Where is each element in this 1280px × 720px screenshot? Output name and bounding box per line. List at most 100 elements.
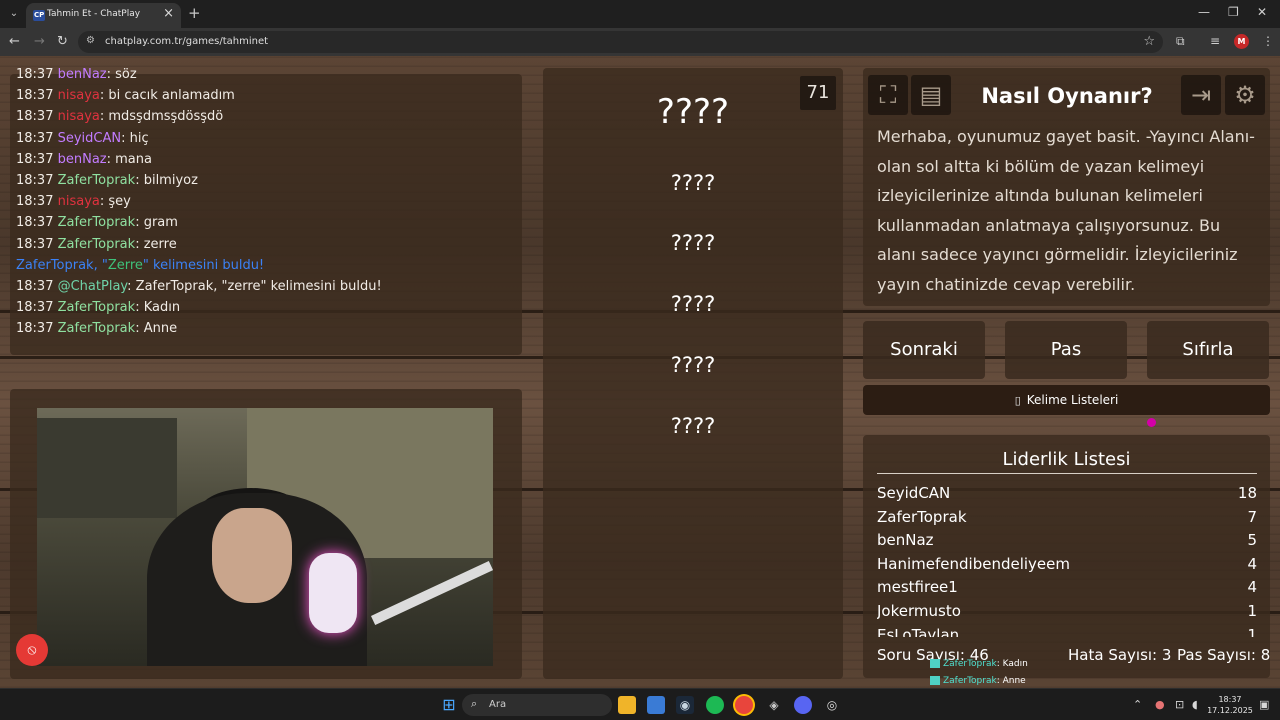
chat-text: : zerre xyxy=(135,236,177,252)
chat-username[interactable]: benNaz xyxy=(58,152,107,167)
chat-username[interactable]: benNaz xyxy=(58,67,107,82)
pass-count: Pas Sayısı: 8 xyxy=(1177,646,1271,664)
chat-username[interactable]: ZaferToprak xyxy=(16,258,94,273)
profile-avatar[interactable]: M xyxy=(1234,34,1249,49)
chat-timestamp: 18:37 xyxy=(16,236,54,252)
settings-gear-icon[interactable]: ⚙ xyxy=(1225,75,1265,115)
chat-text: : mana xyxy=(106,151,152,167)
volume-icon[interactable]: ◖ xyxy=(1192,698,1198,711)
chat-username[interactable]: ZaferToprak xyxy=(58,237,136,252)
chat-username[interactable]: @ChatPlay xyxy=(58,279,128,294)
reload-icon[interactable]: ↻ xyxy=(57,34,68,49)
microphone-tray-icon[interactable]: ● xyxy=(1155,698,1165,711)
leaderboard-score: 1 xyxy=(1247,601,1257,620)
notification-icon[interactable]: ▣ xyxy=(1259,698,1269,711)
forward-icon[interactable]: → xyxy=(34,34,45,49)
chat-username[interactable]: nisaya xyxy=(58,109,100,124)
steam-icon[interactable]: ◉ xyxy=(676,696,694,714)
media-control-icon[interactable]: ≡ xyxy=(1210,34,1220,48)
spotify-icon[interactable] xyxy=(706,696,724,714)
reset-button[interactable]: Sıfırla xyxy=(1147,321,1269,379)
chat-text: : mdsşdmsşdösşdö xyxy=(99,109,224,125)
overlay-user: ZaferToprak xyxy=(943,659,997,669)
leaderboard-player-name: Jokermusto xyxy=(877,601,961,620)
chat-username[interactable]: ZaferToprak xyxy=(58,215,136,230)
microphone-icon xyxy=(309,553,357,633)
browser-tab[interactable]: CP Tahmin Et - ChatPlay × xyxy=(26,3,181,28)
app-icon[interactable]: ◈ xyxy=(765,696,783,714)
chat-username[interactable]: ZaferToprak xyxy=(58,173,136,188)
chat-timestamp: 18:37 xyxy=(16,321,54,337)
chat-username[interactable]: ZaferToprak xyxy=(58,321,136,336)
chat-username[interactable]: nisaya xyxy=(58,194,100,209)
leaderboard-title: Liderlik Listesi xyxy=(1002,449,1131,470)
site-info-icon[interactable]: ⚙ xyxy=(86,35,95,46)
bookmark-star-icon[interactable]: ☆ xyxy=(1143,34,1155,49)
new-tab-icon[interactable]: + xyxy=(188,4,201,22)
close-window-icon[interactable]: ✕ xyxy=(1257,5,1267,19)
leaderboard-divider xyxy=(877,473,1257,474)
chat-message: 18:37 benNaz: söz xyxy=(16,66,137,83)
address-bar[interactable]: ⚙ chatplay.com.tr/games/tahminet ☆ xyxy=(78,31,1163,53)
store-icon[interactable] xyxy=(647,696,665,714)
leaderboard-list[interactable]: SeyidCAN 18 ZaferToprak 7 benNaz 5 Hanimefendi… xyxy=(877,482,1257,637)
tray-chevron-icon[interactable]: ⌃ xyxy=(1133,698,1142,711)
chat-text: : hiç xyxy=(121,130,149,146)
url-text[interactable]: chatplay.com.tr/games/tahminet xyxy=(105,36,268,47)
chat-timestamp: 18:37 xyxy=(16,300,54,316)
leaderboard-player-name: Hanimefendibendeliyeem xyxy=(877,554,1070,573)
tab-title: Tahmin Et - ChatPlay xyxy=(47,9,141,19)
chat-username[interactable]: SeyidCAN xyxy=(58,131,122,146)
chat-message: 18:37 nisaya: bi cacık anlamadım xyxy=(16,87,235,104)
windows-taskbar: ⊞ ⌕ Ara ◉ ◈ ◎ ⌃ ● ⊡ ◖ 18:37 17.12.2025 ▣ xyxy=(0,688,1280,720)
chat-username[interactable]: ZaferToprak xyxy=(58,300,136,315)
chat-message: 18:37 benNaz: mana xyxy=(16,151,152,168)
leaderboard-score: 4 xyxy=(1247,578,1257,597)
mouse-cursor-highlight xyxy=(1147,418,1156,427)
file-explorer-icon[interactable] xyxy=(618,696,636,714)
leaderboard-score: 4 xyxy=(1247,554,1257,573)
clock-date: 17.12.2025 xyxy=(1207,706,1253,715)
chat-timestamp: 18:37 xyxy=(16,109,54,125)
taskbar-search[interactable]: ⌕ Ara xyxy=(462,694,612,716)
chat-timestamp: 18:37 xyxy=(16,279,54,294)
chat-text: : söz xyxy=(106,67,137,82)
target-word: ???? xyxy=(656,92,730,132)
taskbar-clock[interactable]: 18:37 17.12.2025 xyxy=(1206,694,1254,716)
chat-timestamp: 18:37 xyxy=(16,215,54,231)
close-tab-icon[interactable]: × xyxy=(163,6,174,21)
discord-icon[interactable] xyxy=(794,696,812,714)
logout-icon[interactable]: ⇥ xyxy=(1181,75,1221,115)
windows-start-icon[interactable]: ⊞ xyxy=(440,696,458,714)
word-lists-button[interactable]: ▯ Kelime Listeleri xyxy=(863,385,1270,415)
tab-strip: ⌄ CP Tahmin Et - ChatPlay × + — ❐ ✕ xyxy=(0,0,1280,28)
pass-button[interactable]: Pas xyxy=(1005,321,1127,379)
obs-icon[interactable]: ◎ xyxy=(823,696,841,714)
next-button[interactable]: Sonraki xyxy=(863,321,985,379)
chat-timestamp: 18:37 xyxy=(16,173,54,188)
leaderboard-score: 5 xyxy=(1247,531,1257,550)
taskbar-search-text: Ara xyxy=(489,699,507,710)
leaderboard-row: EsLoTaylan 1 xyxy=(877,624,1257,637)
notebook-icon: ▯ xyxy=(1014,394,1021,407)
chat-message: 18:37 ZaferToprak: bilmiyoz xyxy=(16,172,198,189)
restore-icon[interactable]: ❐ xyxy=(1228,5,1239,19)
record-icon[interactable]: ⦸ xyxy=(16,634,48,666)
leaderboard-row: ZaferToprak 7 xyxy=(877,506,1257,530)
back-icon[interactable]: ← xyxy=(9,34,20,49)
leaderboard-player-name: ZaferToprak xyxy=(877,507,967,526)
tab-search-icon[interactable]: ⌄ xyxy=(6,6,22,22)
notes-icon[interactable]: ▤ xyxy=(911,75,951,115)
chrome-icon[interactable] xyxy=(735,696,753,714)
chat-message: 18:37 ZaferToprak: Anne xyxy=(16,320,177,337)
fullscreen-icon[interactable]: ⛶ xyxy=(868,75,908,115)
extensions-icon[interactable]: ⧉ xyxy=(1176,34,1185,49)
chat-timestamp: 18:37 xyxy=(16,67,54,82)
chat-username[interactable]: nisaya xyxy=(58,88,100,103)
chat-message: 18:37 @ChatPlay: ZaferToprak, "zerre" ke… xyxy=(16,278,382,295)
menu-kebab-icon[interactable]: ⋮ xyxy=(1262,34,1274,48)
forbidden-word: ???? xyxy=(670,292,716,316)
minimize-icon[interactable]: — xyxy=(1198,5,1210,19)
leaderboard-score: 18 xyxy=(1237,484,1257,502)
network-icon[interactable]: ⊡ xyxy=(1175,698,1184,711)
